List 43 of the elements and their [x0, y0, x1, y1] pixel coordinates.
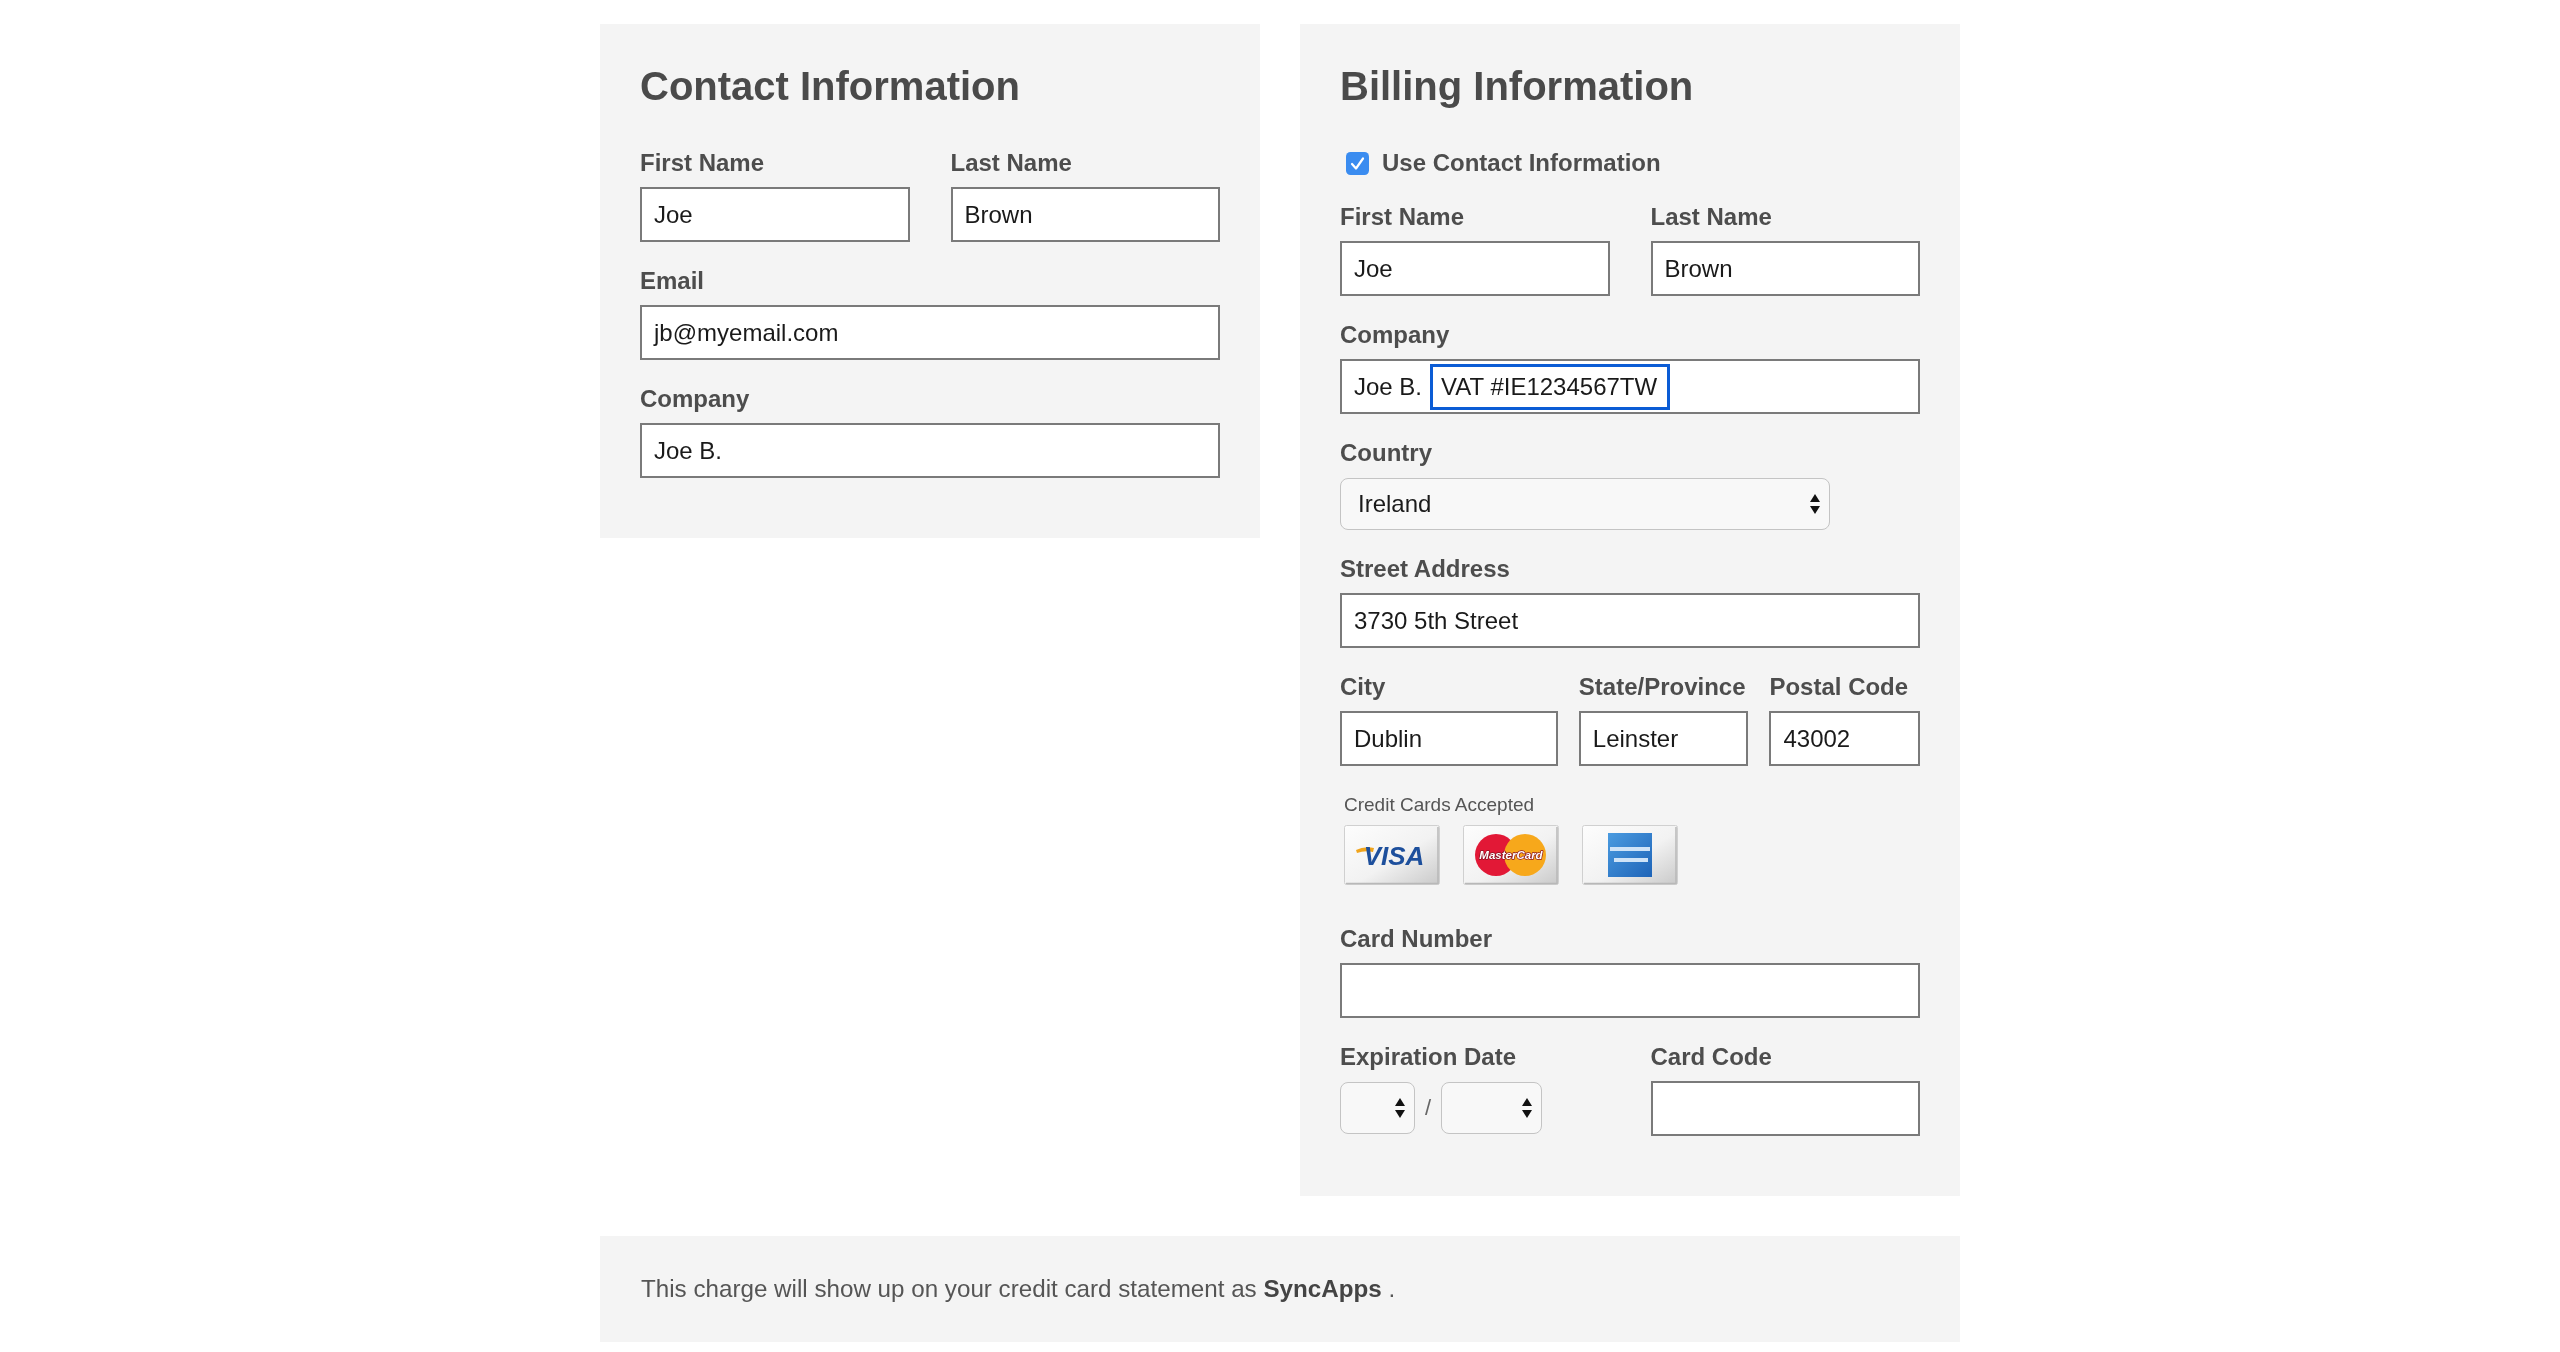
field-label: Email	[640, 266, 705, 296]
input-field[interactable]: jb@myemail.com	[640, 305, 1220, 360]
select-dropdown[interactable]	[1340, 1082, 1415, 1134]
panel-title: Billing Information	[1340, 63, 1695, 110]
input-field[interactable]: Brown	[950, 187, 1220, 242]
field-label: City	[1340, 672, 1386, 702]
field-label: Last Name	[1650, 202, 1772, 232]
input-field[interactable]: Joe B.	[640, 423, 1220, 478]
field-label: Last Name	[950, 148, 1072, 178]
input-field[interactable]: Leinster	[1578, 711, 1749, 766]
input-field[interactable]: 43002	[1769, 711, 1920, 766]
date-separator: /	[1425, 1094, 1432, 1121]
input-field[interactable]: Brown	[1650, 241, 1920, 296]
input-field[interactable]: Joe	[640, 187, 910, 242]
cards-accepted-label: Credit Cards Accepted	[1343, 793, 1535, 817]
updown-arrows-icon	[1809, 493, 1821, 515]
card-logo-icon	[1582, 825, 1678, 885]
vat-number-highlight: VAT #IE1234567TW	[1430, 363, 1671, 410]
updown-arrows-icon	[1521, 1097, 1534, 1119]
input-field[interactable]: Dublin	[1340, 711, 1558, 766]
select-dropdown[interactable]: Ireland	[1340, 478, 1830, 530]
field-label: Country	[1340, 438, 1432, 468]
input-field[interactable]: 3730 5th Street	[1340, 593, 1920, 648]
panel-title: Contact Information	[640, 63, 1021, 110]
field-label: Company	[1340, 320, 1450, 350]
input-field[interactable]	[1650, 1081, 1920, 1136]
input-field[interactable]: Joe	[1340, 241, 1610, 296]
input-field[interactable]: Joe B. VAT #IE1234567TW	[1340, 359, 1920, 414]
visa-logo: VISA	[1344, 825, 1440, 885]
field-label: Expiration Date	[1340, 1042, 1517, 1072]
input-field[interactable]	[1340, 963, 1920, 1018]
field-label: First Name	[640, 148, 765, 178]
field-label: Company	[640, 384, 750, 414]
field-label: Postal Code	[1769, 672, 1909, 702]
field-label: Street Address	[1340, 554, 1510, 584]
statement-note: This charge will show up on your credit card statement as SyncApps .	[641, 1275, 1396, 1303]
updown-arrows-icon	[1394, 1097, 1406, 1119]
field-label: Card Number	[1340, 924, 1493, 954]
checkbox-label: Use Contact Information	[1382, 148, 1661, 178]
field-label: State/Province	[1578, 672, 1746, 702]
field-label: Card Code	[1650, 1042, 1772, 1072]
checkbox[interactable]	[1346, 151, 1369, 175]
field-label: First Name	[1340, 202, 1465, 232]
